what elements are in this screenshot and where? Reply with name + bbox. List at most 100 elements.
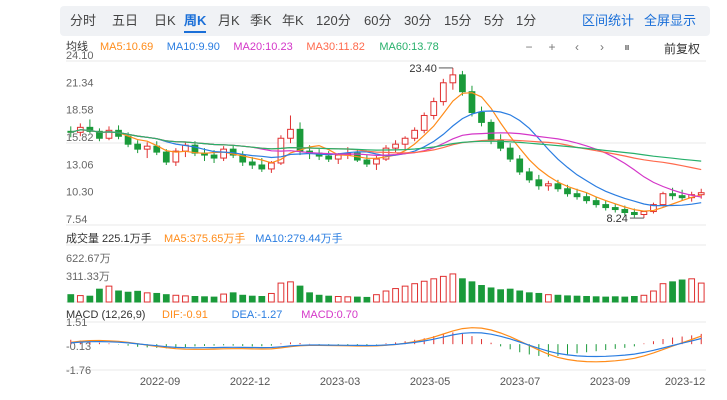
candle-body	[248, 161, 256, 166]
volume-bar	[363, 296, 371, 303]
candle-body	[287, 128, 294, 139]
volume-bar	[430, 278, 438, 303]
volume-tick-label: 311.33万	[66, 271, 110, 283]
candle-body	[535, 179, 543, 187]
volume-bar	[478, 285, 485, 303]
volume-bar	[678, 279, 686, 303]
ma-legend-item: MA30:11.82	[306, 41, 365, 53]
volume-bar	[210, 296, 218, 303]
volume-bar	[439, 275, 447, 303]
volume-bar	[86, 295, 94, 303]
volume-bar	[353, 296, 361, 303]
volume-bar	[468, 281, 476, 303]
date-tick-label: 2023-03	[320, 376, 360, 388]
volume-bar	[325, 295, 333, 303]
price-tick-label: 7.54	[66, 214, 87, 226]
volume-bar	[334, 296, 342, 303]
volume-bar	[506, 288, 514, 303]
volume-bar	[143, 292, 151, 303]
macd-tick-label: -1.76	[66, 365, 91, 377]
volume-tick-label: 622.67万	[66, 253, 111, 265]
candle-body	[363, 159, 371, 165]
date-tick-label: 2023-07	[500, 376, 540, 388]
volume-bar	[315, 294, 323, 303]
date-tick-label: 2023-05	[410, 376, 450, 388]
date-axis: 2022-09 2022-12 2023-03 2023-05 2023-07 2023-…	[140, 376, 705, 388]
candle-body	[554, 183, 562, 190]
candle-body	[611, 207, 619, 211]
volume-bar	[191, 296, 199, 303]
volume-bar	[516, 290, 524, 303]
macd-tick-label: -0.13	[66, 341, 91, 353]
candle-body	[134, 143, 142, 150]
macd-legend: MACD (12,26,9) DIF:-0.91 DEA:-1.27 MACD:0.7…	[66, 309, 358, 321]
ma-legend-label: 均线	[66, 39, 88, 53]
ma-legend-item: MA10:9.90	[167, 41, 220, 53]
macd-histogram	[70, 327, 702, 363]
volume-bar	[67, 294, 75, 303]
price-tick-label: 13.06	[66, 159, 94, 171]
price-tick-label: 15.82	[66, 132, 94, 144]
date-tick-label: 2023-09	[590, 376, 630, 388]
kline-chart: 24.1021.3418.5815.8213.0610.307.54 均线 MA5…	[66, 39, 706, 388]
ma-line	[70, 129, 702, 198]
volume-bar	[497, 289, 504, 303]
macd-tick-label: 1.51	[66, 317, 87, 329]
volume-bar	[392, 288, 399, 303]
candle-body	[678, 195, 686, 199]
volume-legend-item: MA10:279.44万手	[255, 231, 342, 245]
candle-body	[449, 74, 457, 84]
volume-bar	[630, 296, 638, 303]
candle-body	[172, 150, 180, 163]
candle-body	[516, 158, 524, 173]
candle-body	[564, 188, 571, 195]
volume-bar	[306, 292, 313, 303]
volume-bar	[239, 294, 247, 303]
candle-body	[162, 151, 170, 163]
volume-bars	[67, 273, 705, 303]
volume-bar	[459, 278, 466, 303]
date-tick-label: 2022-09	[140, 376, 180, 388]
candle-body	[487, 121, 495, 141]
volume-bar	[697, 282, 705, 303]
volume-legend: 成交量 225.1万手 MA5:375.65万手 MA10:279.44万手	[66, 231, 343, 245]
volume-bar	[296, 285, 304, 303]
candle-body	[573, 193, 581, 198]
volume-bar	[525, 292, 533, 303]
volume-bar	[583, 296, 590, 303]
volume-bar	[669, 281, 676, 303]
date-tick-label: 2023-12	[665, 376, 705, 388]
volume-bar	[96, 288, 103, 303]
macd-axis: 1.51 -0.13 -1.76	[66, 317, 91, 377]
volume-bar	[545, 294, 552, 303]
volume-bar	[554, 294, 562, 303]
candle-body	[334, 154, 342, 160]
volume-bar	[564, 295, 571, 303]
candle-body	[602, 204, 610, 209]
volume-bar	[258, 296, 266, 303]
volume-bar	[621, 296, 629, 303]
volume-bar	[201, 296, 208, 303]
candle-body	[659, 193, 667, 206]
dea-line	[70, 332, 702, 358]
candle-body	[392, 143, 399, 149]
volume-bar	[172, 294, 180, 303]
candle-body	[143, 145, 151, 150]
volume-bar	[344, 296, 352, 303]
ma-legend-item: MA60:13.78	[379, 41, 438, 53]
low-price-label: 8.24	[606, 213, 627, 225]
volume-bar	[611, 296, 619, 303]
ma-legend-item: MA20:10.23	[233, 41, 292, 53]
macd-legend-item: DIF:-0.91	[162, 309, 208, 321]
candle-body	[545, 183, 552, 187]
candle-body	[583, 196, 590, 202]
candle-body	[220, 148, 227, 159]
price-tick-label: 21.34	[66, 77, 94, 89]
candle-body	[411, 129, 419, 139]
date-tick-label: 2022-12	[230, 376, 270, 388]
volume-bar	[162, 294, 170, 303]
candle-body	[621, 209, 629, 214]
volume-axis: 622.67万 311.33万	[66, 253, 111, 283]
volume-bar	[449, 273, 457, 303]
volume-bar	[573, 295, 581, 303]
